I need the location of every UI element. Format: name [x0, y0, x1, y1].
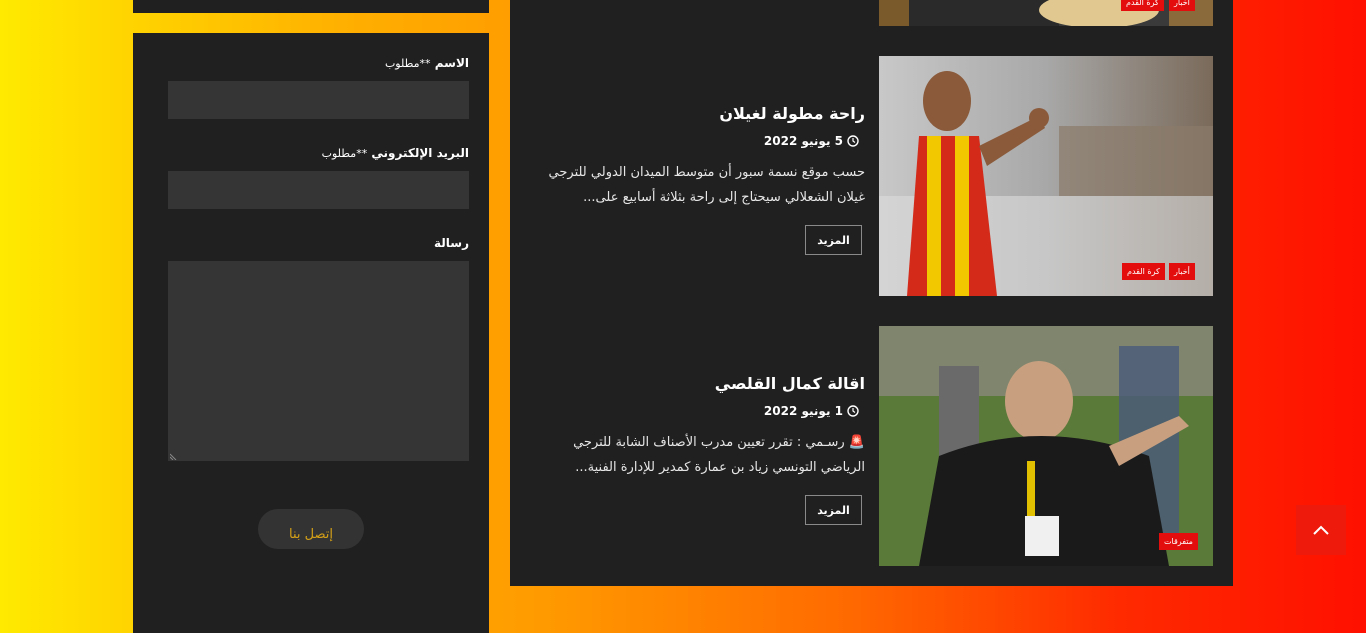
message-textarea[interactable] — [168, 261, 469, 461]
posts-list: كرة القدم أخبار راحة مطولة لغيلان 5 يوني… — [510, 0, 1233, 586]
clock-icon — [847, 135, 859, 147]
post-thumbnail[interactable] — [879, 326, 1213, 566]
post-date-text: 5 يونيو 2022 — [763, 134, 843, 148]
contact-form: الاسم **مطلوب البريد الإلكتروني **مطلوب … — [133, 33, 489, 633]
clock-icon — [847, 405, 859, 417]
post-tag[interactable]: متفرقات — [1159, 533, 1198, 550]
post-excerpt: 🚨 رسـمي : تقرر تعيين مدرب الأصناف الشابة… — [573, 435, 865, 475]
post-tag[interactable]: كرة القدم — [1122, 263, 1165, 280]
name-label-text: الاسم — [434, 56, 469, 70]
post-image — [879, 326, 1213, 566]
scroll-to-top-button[interactable] — [1296, 505, 1346, 555]
post-title[interactable]: راحة مطولة لغيلان — [719, 104, 865, 123]
email-input[interactable] — [168, 171, 469, 209]
resize-handle-icon[interactable] — [170, 452, 178, 460]
post-title[interactable]: اقالة كمال القلصي — [715, 374, 865, 393]
name-input[interactable] — [168, 81, 469, 119]
post-tag[interactable]: أخبار — [1169, 0, 1195, 11]
post-image — [879, 56, 1213, 296]
chevron-up-icon — [1313, 525, 1329, 535]
post-date: 1 يونيو 2022 — [764, 404, 859, 418]
message-label: رسالة — [434, 236, 469, 250]
post-date-text: 1 يونيو 2022 — [763, 404, 843, 418]
email-field-label: البريد الإلكتروني **مطلوب — [322, 146, 469, 160]
read-more-button[interactable]: المزيد — [805, 225, 862, 255]
name-required-marker: **مطلوب — [384, 57, 431, 70]
post-thumbnail[interactable] — [879, 56, 1213, 296]
email-required-marker: **مطلوب — [321, 147, 368, 160]
post-date: 5 يونيو 2022 — [764, 134, 859, 148]
contact-submit-button[interactable]: إتصل بنا — [258, 509, 364, 549]
sidebar-widget-bottom — [133, 0, 489, 13]
name-field-label: الاسم **مطلوب — [385, 56, 469, 70]
post-excerpt: حسب موقع نسمة سبور أن متوسط الميدان الدو… — [548, 165, 865, 205]
email-label-text: البريد الإلكتروني — [371, 146, 469, 160]
post-tag[interactable]: كرة القدم — [1121, 0, 1164, 11]
post-tag[interactable]: أخبار — [1169, 263, 1195, 280]
read-more-button[interactable]: المزيد — [805, 495, 862, 525]
